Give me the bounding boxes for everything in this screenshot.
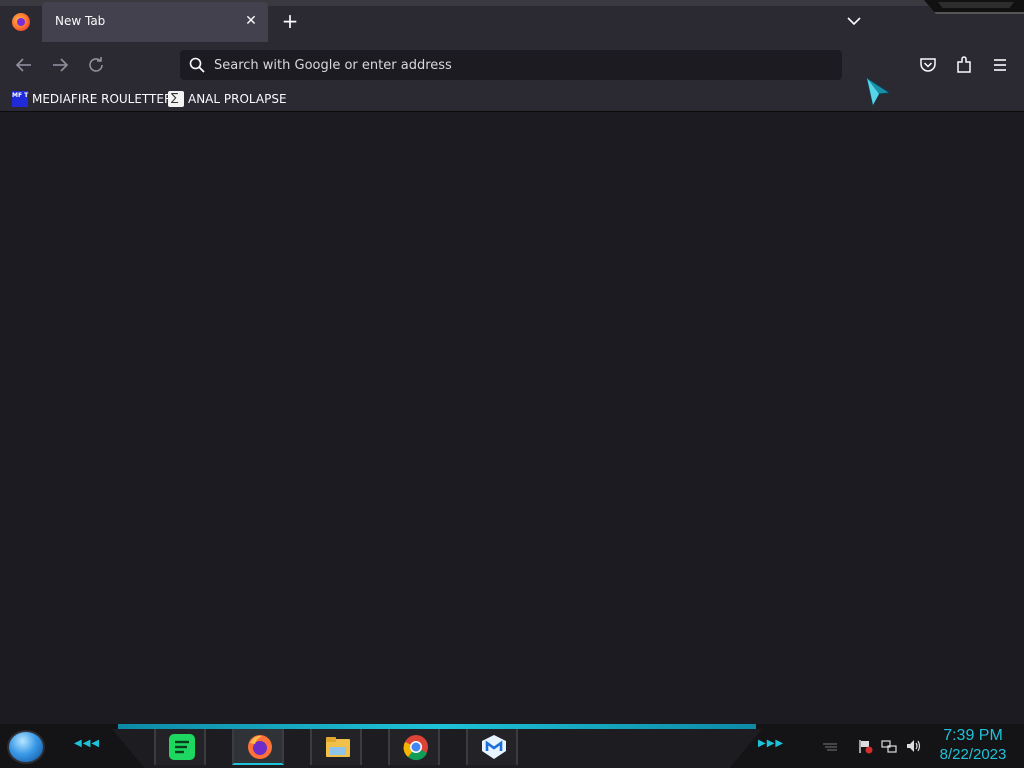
- mouse-cursor-icon: [866, 76, 892, 107]
- bookmark-mediafire-rouletter[interactable]: MF T MEDIAFIRE ROULETTER: [12, 89, 172, 109]
- pocket-icon[interactable]: [917, 54, 939, 76]
- back-icon[interactable]: [12, 53, 36, 77]
- taskbar-right-chevrons-icon: ▶▶▶: [758, 738, 785, 749]
- page-content-blank[interactable]: [0, 113, 1024, 725]
- taskbar-left-chevrons-icon: ◀◀◀: [74, 738, 101, 749]
- spotify-icon: [169, 734, 195, 760]
- list-all-tabs-chevron-icon[interactable]: [842, 10, 866, 32]
- tab-close-icon[interactable]: ✕: [242, 12, 260, 30]
- reload-icon[interactable]: [84, 53, 108, 77]
- desktop: New Tab ✕ + Search with Google or enter …: [0, 0, 1024, 768]
- address-input[interactable]: [214, 54, 814, 76]
- show-hidden-icons-icon[interactable]: [822, 738, 838, 754]
- volume-icon[interactable]: [905, 738, 921, 754]
- system-clock[interactable]: 7:39 PM 8/22/2023: [930, 727, 1016, 764]
- taskbar: ◀◀◀ ▶▶▶ 7:39 PM 8/22/2023: [0, 724, 1024, 768]
- generic-favicon-icon: [168, 91, 184, 107]
- firefox-icon: [248, 735, 272, 759]
- start-button-orb-icon[interactable]: [7, 730, 45, 764]
- menu-icon[interactable]: [989, 54, 1011, 76]
- clock-date: 8/22/2023: [939, 746, 1007, 763]
- theme-corner-decoration: [924, 0, 1024, 14]
- new-tab-button[interactable]: +: [279, 10, 301, 32]
- mediafire-favicon-icon: MF T: [12, 91, 28, 107]
- forward-icon[interactable]: [48, 53, 72, 77]
- taskbar-app-spotify[interactable]: [154, 729, 206, 765]
- taskbar-app-firefox[interactable]: [232, 729, 284, 765]
- clock-time: 7:39 PM: [943, 727, 1003, 744]
- chrome-icon: [403, 735, 428, 761]
- tab-new-tab[interactable]: New Tab ✕: [42, 2, 268, 42]
- tab-strip: New Tab ✕ +: [0, 0, 1024, 44]
- search-icon: [189, 57, 205, 73]
- extensions-icon[interactable]: [953, 54, 975, 76]
- bookmark-anal-prolapse[interactable]: ANAL PROLAPSE: [168, 89, 287, 109]
- firefox-view-icon[interactable]: [12, 13, 30, 31]
- bookmark-label: MEDIAFIRE ROULETTER: [32, 92, 173, 106]
- address-bar[interactable]: [180, 50, 842, 80]
- taskbar-app-file-explorer[interactable]: [310, 729, 362, 765]
- tab-title: New Tab: [55, 14, 106, 28]
- theme-corner-inner: [938, 2, 1014, 8]
- malwarebytes-icon: [482, 735, 506, 759]
- file-explorer-icon: [326, 737, 350, 757]
- taskbar-app-malwarebytes[interactable]: [466, 729, 518, 765]
- bookmark-label: ANAL PROLAPSE: [188, 92, 287, 106]
- taskbar-app-chrome[interactable]: [388, 729, 440, 765]
- action-center-flag-icon[interactable]: [857, 738, 873, 754]
- network-icon[interactable]: [881, 738, 897, 754]
